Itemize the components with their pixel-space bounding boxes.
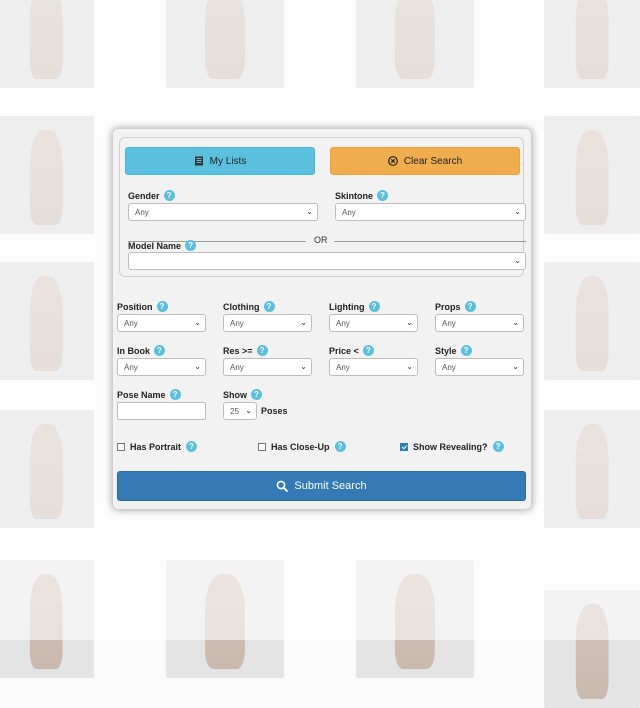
help-icon[interactable]: ? <box>460 345 472 356</box>
in-book-label: In Book? <box>117 345 165 356</box>
book-icon <box>194 156 203 166</box>
help-icon[interactable]: ? <box>377 190 389 201</box>
resolution-select[interactable]: Any ⌄ <box>223 358 312 376</box>
help-icon[interactable]: ? <box>185 240 197 251</box>
price-label: Price <? <box>329 345 374 356</box>
pose-name-label: Pose Name? <box>117 389 181 400</box>
style-select[interactable]: Any ⌄ <box>435 358 524 376</box>
gender-label: Gender? <box>128 190 175 201</box>
checkbox-box[interactable] <box>258 442 266 451</box>
my-lists-button[interactable]: My Lists <box>125 147 315 175</box>
props-select[interactable]: Any ⌄ <box>435 314 524 332</box>
lighting-label: Lighting? <box>329 301 380 312</box>
clear-search-label: Clear Search <box>403 155 463 167</box>
help-icon[interactable]: ? <box>492 441 504 452</box>
clear-search-button[interactable]: Clear Search <box>330 147 520 175</box>
chevron-down-icon: ⌄ <box>194 318 201 327</box>
show-count-select[interactable]: 25 ⌄ <box>223 402 257 420</box>
chevron-down-icon: ⌄ <box>406 318 413 327</box>
divider <box>334 241 526 242</box>
chevron-down-icon: ⌄ <box>514 256 521 265</box>
help-icon[interactable]: ? <box>464 301 476 312</box>
position-select[interactable]: Any ⌄ <box>117 314 206 332</box>
clothing-label: Clothing? <box>223 301 275 312</box>
model-filter-box: My Lists Clear Search Gender? Any ⌄ Skint… <box>119 137 526 277</box>
poses-suffix: Poses <box>261 406 288 416</box>
pose-name-input[interactable] <box>117 402 206 420</box>
help-icon[interactable]: ? <box>362 345 374 356</box>
chevron-down-icon: ⌄ <box>306 207 313 216</box>
chevron-down-icon: ⌄ <box>300 318 307 327</box>
model-name-select[interactable]: ⌄ <box>128 252 526 270</box>
help-icon[interactable]: ? <box>368 301 380 312</box>
chevron-down-icon: ⌄ <box>512 362 519 371</box>
my-lists-label: My Lists <box>209 155 247 167</box>
help-icon[interactable]: ? <box>169 389 181 400</box>
resolution-label: Res >=? <box>223 345 268 356</box>
help-icon[interactable]: ? <box>251 389 262 400</box>
clear-circle-icon <box>387 156 398 166</box>
chevron-down-icon: ⌄ <box>514 207 521 216</box>
checkbox-box[interactable] <box>117 442 125 451</box>
chevron-down-icon: ⌄ <box>300 362 307 371</box>
chevron-down-icon: ⌄ <box>245 406 252 415</box>
style-label: Style? <box>435 345 472 356</box>
checkbox-box-checked[interactable] <box>400 442 408 451</box>
submit-search-label: Submit Search <box>294 480 367 492</box>
help-icon[interactable]: ? <box>263 301 275 312</box>
chevron-down-icon: ⌄ <box>406 362 413 371</box>
has-portrait-checkbox[interactable]: Has Portrait ? <box>117 441 198 452</box>
props-label: Props? <box>435 301 476 312</box>
clothing-select[interactable]: Any ⌄ <box>223 314 312 332</box>
position-label: Position? <box>117 301 168 312</box>
submit-search-button[interactable]: Submit Search <box>117 471 526 501</box>
gender-select[interactable]: Any ⌄ <box>128 203 318 221</box>
has-close-up-checkbox[interactable]: Has Close-Up ? <box>258 441 346 452</box>
show-label: Show? <box>223 389 262 400</box>
help-icon[interactable]: ? <box>186 441 198 452</box>
help-icon[interactable]: ? <box>163 190 175 201</box>
help-icon[interactable]: ? <box>256 345 268 356</box>
in-book-select[interactable]: Any ⌄ <box>117 358 206 376</box>
skintone-label: Skintone? <box>335 190 389 201</box>
chevron-down-icon: ⌄ <box>194 362 201 371</box>
search-panel: My Lists Clear Search Gender? Any ⌄ Skint… <box>112 128 532 510</box>
lighting-select[interactable]: Any ⌄ <box>329 314 418 332</box>
skintone-select[interactable]: Any ⌄ <box>335 203 526 221</box>
search-icon <box>277 480 289 492</box>
help-icon[interactable]: ? <box>156 301 168 312</box>
chevron-down-icon: ⌄ <box>512 318 519 327</box>
help-icon[interactable]: ? <box>154 345 165 356</box>
show-revealing-checkbox[interactable]: Show Revealing? ? <box>400 441 504 452</box>
or-separator: OR <box>314 235 328 245</box>
price-select[interactable]: Any ⌄ <box>329 358 418 376</box>
model-name-label: Model Name? <box>128 240 197 251</box>
help-icon[interactable]: ? <box>334 441 346 452</box>
